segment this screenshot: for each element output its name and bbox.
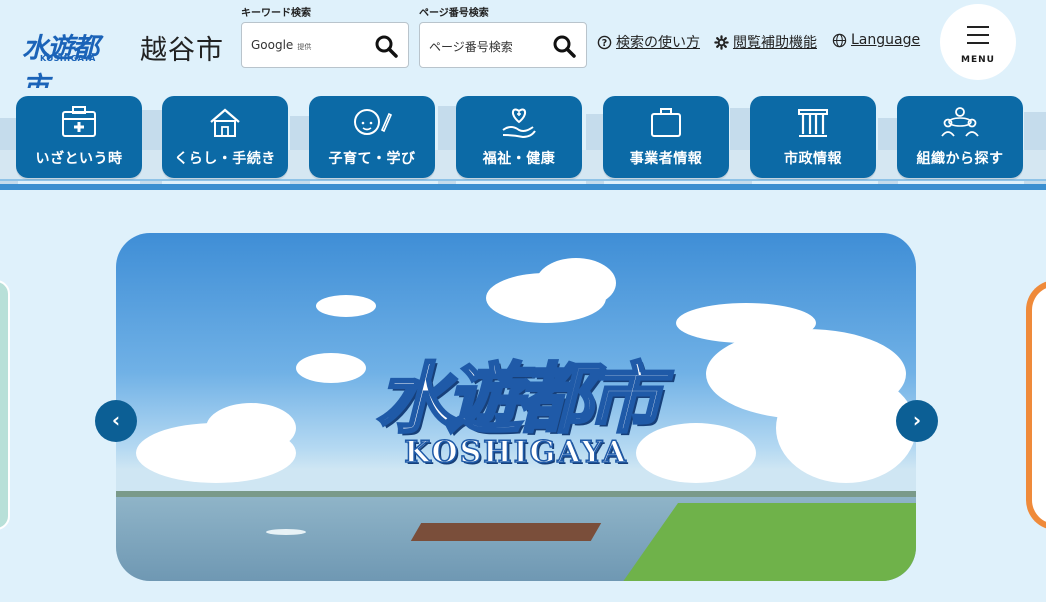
- search-engine-note: 提供: [297, 43, 312, 51]
- building-icon: [798, 109, 828, 137]
- nav-city-admin[interactable]: 市政情報: [750, 96, 876, 178]
- accessibility-link[interactable]: 閲覧補助機能: [714, 32, 817, 52]
- nav-label: 事業者情報: [629, 151, 703, 167]
- globe-icon: [832, 33, 847, 47]
- site-logo[interactable]: 水遊都市 KOSHIGAYA: [22, 26, 120, 103]
- page-search-placeholder: ページ番号検索: [429, 40, 513, 54]
- nav-label: 子育て・学び: [328, 151, 416, 167]
- nav-label: 福祉・健康: [482, 151, 556, 167]
- nav-label: くらし・手続き: [174, 151, 276, 167]
- nav-welfare[interactable]: 福祉・健康: [456, 96, 582, 178]
- keyword-search: キーワード検索 Google 提供: [241, 6, 409, 68]
- language-label: Language: [851, 32, 921, 48]
- first-aid-icon: [62, 106, 96, 137]
- nav-label: 組織から探す: [916, 151, 1004, 167]
- hero-slide[interactable]: 水遊都市 KOSHIGAYA: [116, 233, 916, 581]
- keyword-search-label: キーワード検索: [241, 8, 311, 19]
- question-icon: ?: [597, 35, 612, 49]
- nav-label: いざという時: [35, 151, 123, 167]
- hamburger-icon: [967, 26, 989, 50]
- svg-text:?: ?: [602, 37, 607, 48]
- search-engine-name: Google: [251, 38, 294, 52]
- nav-living[interactable]: くらし・手続き: [162, 96, 288, 178]
- briefcase-icon: [651, 108, 681, 137]
- nav-emergency[interactable]: いざという時: [16, 96, 142, 178]
- search-icon[interactable]: [552, 34, 576, 58]
- accessibility-label: 閲覧補助機能: [733, 35, 817, 51]
- nav-business[interactable]: 事業者情報: [603, 96, 729, 178]
- logo-sub: KOSHIGAYA: [40, 54, 96, 63]
- previous-slide-peek[interactable]: [0, 280, 10, 530]
- slide-logo-art: 水遊都市 KOSHIGAYA: [326, 337, 706, 471]
- next-slide-peek[interactable]: [1026, 280, 1046, 530]
- child-pencil-icon: [354, 109, 392, 135]
- heart-hand-icon: [502, 108, 536, 139]
- site-header: 水遊都市 KOSHIGAYA 越谷市 キーワード検索 Google提供 ページ番…: [0, 0, 1046, 103]
- slide-title: 水遊都市: [375, 353, 664, 445]
- search-help-label: 検索の使い方: [616, 35, 700, 51]
- search-help-link[interactable]: ? 検索の使い方: [597, 32, 700, 52]
- carousel-prev-button[interactable]: ‹: [95, 400, 137, 442]
- page-number-search: ページ番号検索 ページ番号検索: [419, 6, 587, 68]
- carousel-next-button[interactable]: ›: [896, 400, 938, 442]
- menu-label: MENU: [961, 55, 995, 65]
- menu-button[interactable]: MENU: [940, 4, 1016, 80]
- nav-organizations[interactable]: 組織から探す: [897, 96, 1023, 178]
- city-name[interactable]: 越谷市: [140, 28, 224, 67]
- gear-icon: [714, 34, 729, 50]
- nav-childcare[interactable]: 子育て・学び: [309, 96, 435, 178]
- people-group-icon: [941, 107, 979, 137]
- search-icon[interactable]: [374, 34, 398, 58]
- language-link[interactable]: Language: [832, 32, 920, 48]
- category-nav: いざという時 くらし・手続き 子育て・学び 福祉・健康 事業者情報 市政情報 組…: [0, 88, 1046, 190]
- nav-label: 市政情報: [784, 151, 842, 167]
- pier: [410, 523, 602, 541]
- keyword-search-input[interactable]: Google 提供: [241, 22, 409, 68]
- house-icon: [210, 108, 240, 137]
- page-number-input[interactable]: ページ番号検索: [419, 22, 587, 68]
- page-search-label: ページ番号検索: [419, 8, 489, 19]
